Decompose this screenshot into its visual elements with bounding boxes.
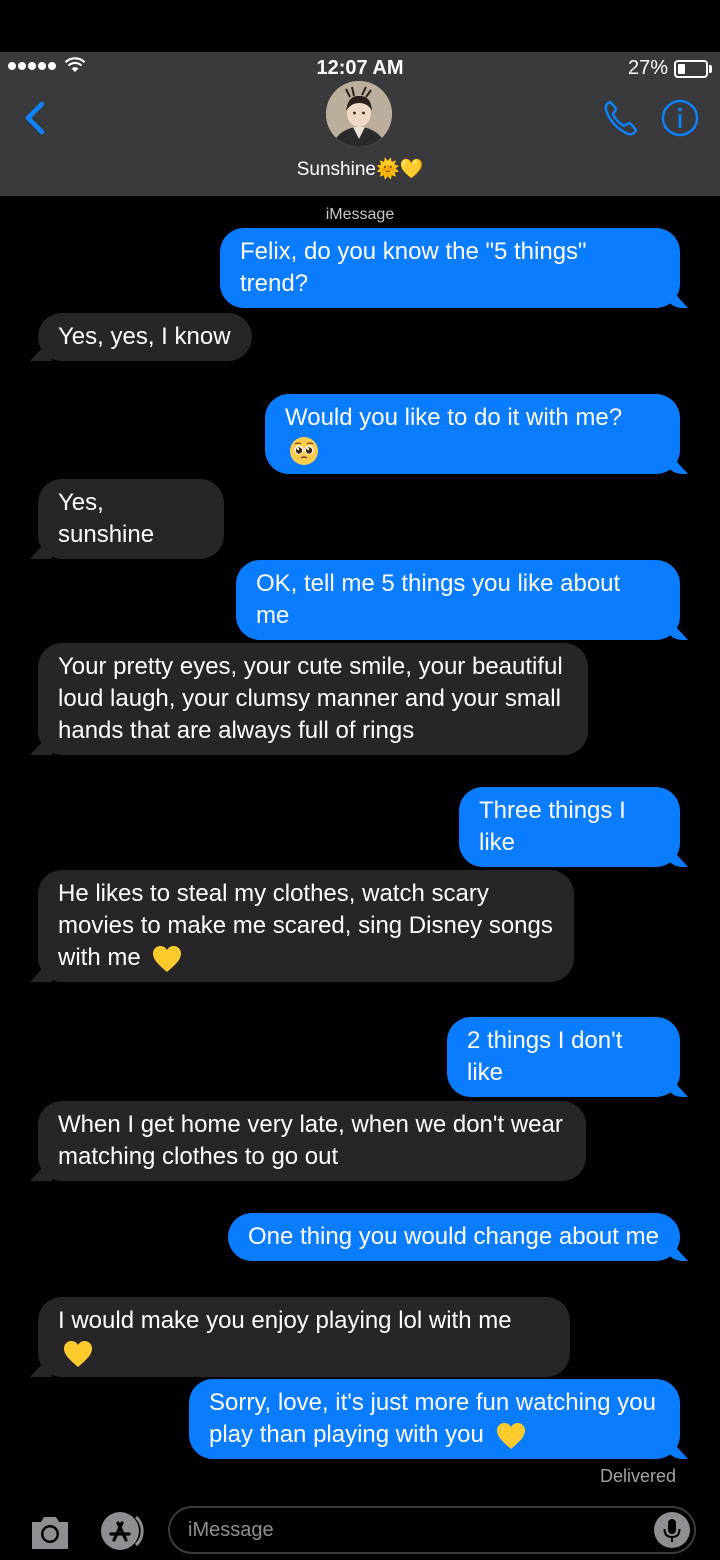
contact-name[interactable]: Sunshine🌞💛 [0,157,720,181]
yellow-heart-emoji-icon [496,1422,525,1449]
message-text: I would make you enjoy playing lol with … [58,1307,512,1334]
sent-message[interactable]: Sorry, love, it's just more fun watching… [189,1379,680,1459]
received-message[interactable]: He likes to steal my clothes, watch scar… [38,870,574,982]
received-message[interactable]: Yes, yes, I know [38,313,252,361]
message-input[interactable] [168,1506,696,1554]
message-text: 2 things I don't like [467,1027,623,1086]
sent-message[interactable]: Three things I like [459,787,680,867]
phone-call-icon[interactable] [602,98,640,138]
sent-message[interactable]: 2 things I don't like [447,1017,680,1097]
pleading-face-emoji-icon [290,436,318,465]
back-chevron-icon[interactable] [18,96,52,140]
message-text: Yes, sunshine [58,489,155,548]
message-text: Your pretty eyes, your cute smile, your … [58,653,563,744]
message-text: Sorry, love, it's just more fun watching… [209,1389,656,1448]
received-message[interactable]: I would make you enjoy playing lol with … [38,1297,570,1377]
message-text: Yes, yes, I know [58,323,231,350]
received-message[interactable]: Yes, sunshine [38,479,224,559]
contact-avatar[interactable] [326,81,392,147]
received-message[interactable]: Your pretty eyes, your cute smile, your … [38,643,588,755]
sent-message[interactable]: One thing you would change about me [228,1213,680,1261]
camera-icon[interactable] [28,1512,72,1552]
delivered-status: Delivered [599,1466,676,1486]
yellow-heart-emoji-icon [64,1340,92,1367]
compose-bar [0,1500,720,1560]
status-bar: 12:07 AM 27% [0,52,720,84]
message-text: Felix, do you know the "5 things" trend? [240,238,587,297]
app-store-icon[interactable] [96,1510,148,1552]
message-text: When I get home very late, when we don't… [58,1111,563,1170]
sent-message[interactable]: OK, tell me 5 things you like about me [236,560,680,640]
battery-percentage: 27% [627,57,668,79]
message-text: Would you like to do it with me? [285,404,623,431]
microphone-icon [663,1519,681,1542]
microphone-button[interactable] [654,1512,690,1548]
message-text: Three things I like [479,797,626,856]
service-label: iMessage [325,206,395,223]
message-text: One thing you would change about me [248,1223,659,1250]
yellow-heart-emoji-icon [153,945,182,972]
sent-message[interactable]: Would you like to do it with me? [265,394,680,474]
message-text: He likes to steal my clothes, watch scar… [58,880,553,971]
conversation-header: 12:07 AM 27% Sunshine🌞💛 [0,52,720,196]
received-message[interactable]: When I get home very late, when we don't… [38,1101,586,1181]
status-time: 12:07 AM [316,57,404,79]
info-icon[interactable] [660,98,700,138]
battery-icon [674,60,712,78]
message-text: OK, tell me 5 things you like about me [256,570,621,629]
sent-message[interactable]: Felix, do you know the "5 things" trend? [220,228,680,308]
